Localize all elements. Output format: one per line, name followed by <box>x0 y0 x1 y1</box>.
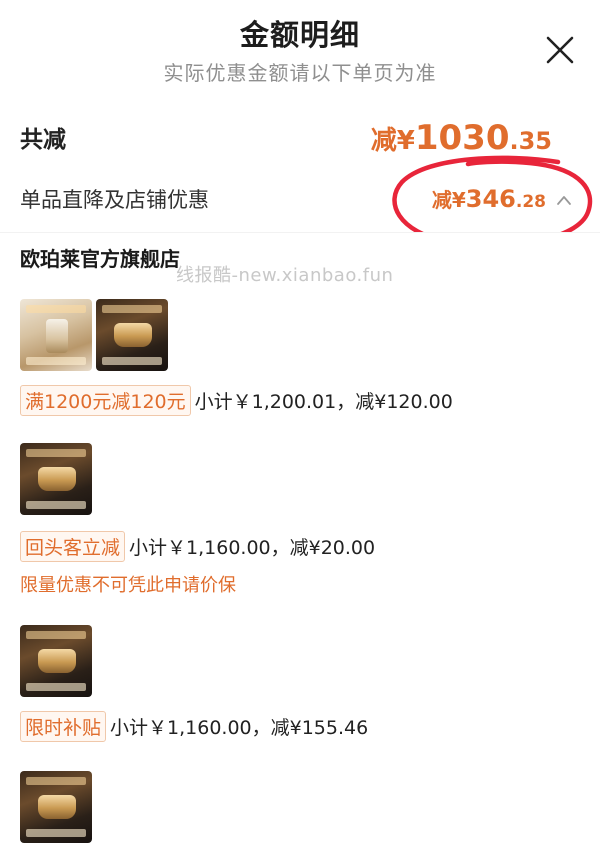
product-bottle <box>46 319 68 353</box>
product-jar <box>38 795 76 819</box>
total-amount-prefix: 减¥ <box>370 126 415 156</box>
product-thumbnail[interactable] <box>20 771 92 843</box>
page-title: 金额明细 <box>239 18 360 52</box>
thumbnail-footer <box>26 829 86 837</box>
item-discount-decimal: .28 <box>515 192 546 212</box>
promo-tag: 满1200元减120元 <box>20 385 191 416</box>
product-jar <box>38 649 76 673</box>
promo-line: 限时补贴 小计￥1,160.00，减¥155.46 <box>20 711 369 742</box>
chevron-up-icon[interactable] <box>556 194 572 206</box>
thumbnail-banner <box>26 449 86 457</box>
store-name: 欧珀莱官方旗舰店 <box>20 247 180 271</box>
promo-line: 满1200元减120元 小计￥1,200.01，减¥120.00 <box>20 385 453 416</box>
thumbnail-banner <box>26 777 86 785</box>
promo-subtotal: 小计￥1,160.00，减¥20.00 <box>129 537 376 559</box>
promo-line: 回头客立减 小计￥1,160.00，减¥20.00 <box>20 531 376 562</box>
watermark-text: 线报酷-new.xianbao.fun <box>176 265 394 286</box>
product-thumbnail[interactable] <box>20 443 92 515</box>
product-jar <box>114 323 152 347</box>
total-amount-integer: 1030 <box>414 118 510 158</box>
thumbnail-footer <box>102 357 162 365</box>
promo-subtotal: 小计￥1,160.00，减¥155.46 <box>110 717 369 739</box>
item-discount-row[interactable]: 单品直降及店铺优惠 减¥346.28 <box>20 182 580 218</box>
thumbnail-footer <box>26 501 86 509</box>
item-discount-integer: 346 <box>465 185 516 213</box>
total-amount-decimal: .35 <box>509 127 552 155</box>
total-amount: 减¥1030.35 <box>371 118 552 158</box>
page-subtitle: 实际优惠金额请以下单页为准 <box>163 61 437 85</box>
promo-tag: 回头客立减 <box>20 531 126 562</box>
promo-note: 限量优惠不可凭此申请价保 <box>20 575 236 596</box>
total-label: 共减 <box>20 127 66 153</box>
product-thumbnail[interactable] <box>20 299 92 371</box>
header: 金额明细 实际优惠金额请以下单页为准 <box>0 0 600 100</box>
close-icon[interactable] <box>544 34 576 66</box>
thumbnail-banner <box>26 631 86 639</box>
product-thumbnail[interactable] <box>96 299 168 371</box>
total-discount-row: 共减 减¥1030.35 <box>20 118 580 162</box>
store-section: 欧珀莱官方旗舰店 线报酷-new.xianbao.fun 满1200元减120元… <box>0 232 600 856</box>
promo-subtotal: 小计￥1,200.01，减¥120.00 <box>194 391 453 413</box>
item-discount-amount: 减¥346.28 <box>432 184 546 213</box>
item-discount-label: 单品直降及店铺优惠 <box>20 188 209 212</box>
thumbnail-banner <box>102 305 162 313</box>
thumbnail-footer <box>26 683 86 691</box>
product-thumbnail[interactable] <box>20 625 92 697</box>
thumbnail-banner <box>26 305 86 313</box>
promo-tag: 限时补贴 <box>20 711 107 742</box>
thumbnail-footer <box>26 357 86 365</box>
product-jar <box>38 467 76 491</box>
item-discount-prefix: 减¥ <box>431 188 466 212</box>
